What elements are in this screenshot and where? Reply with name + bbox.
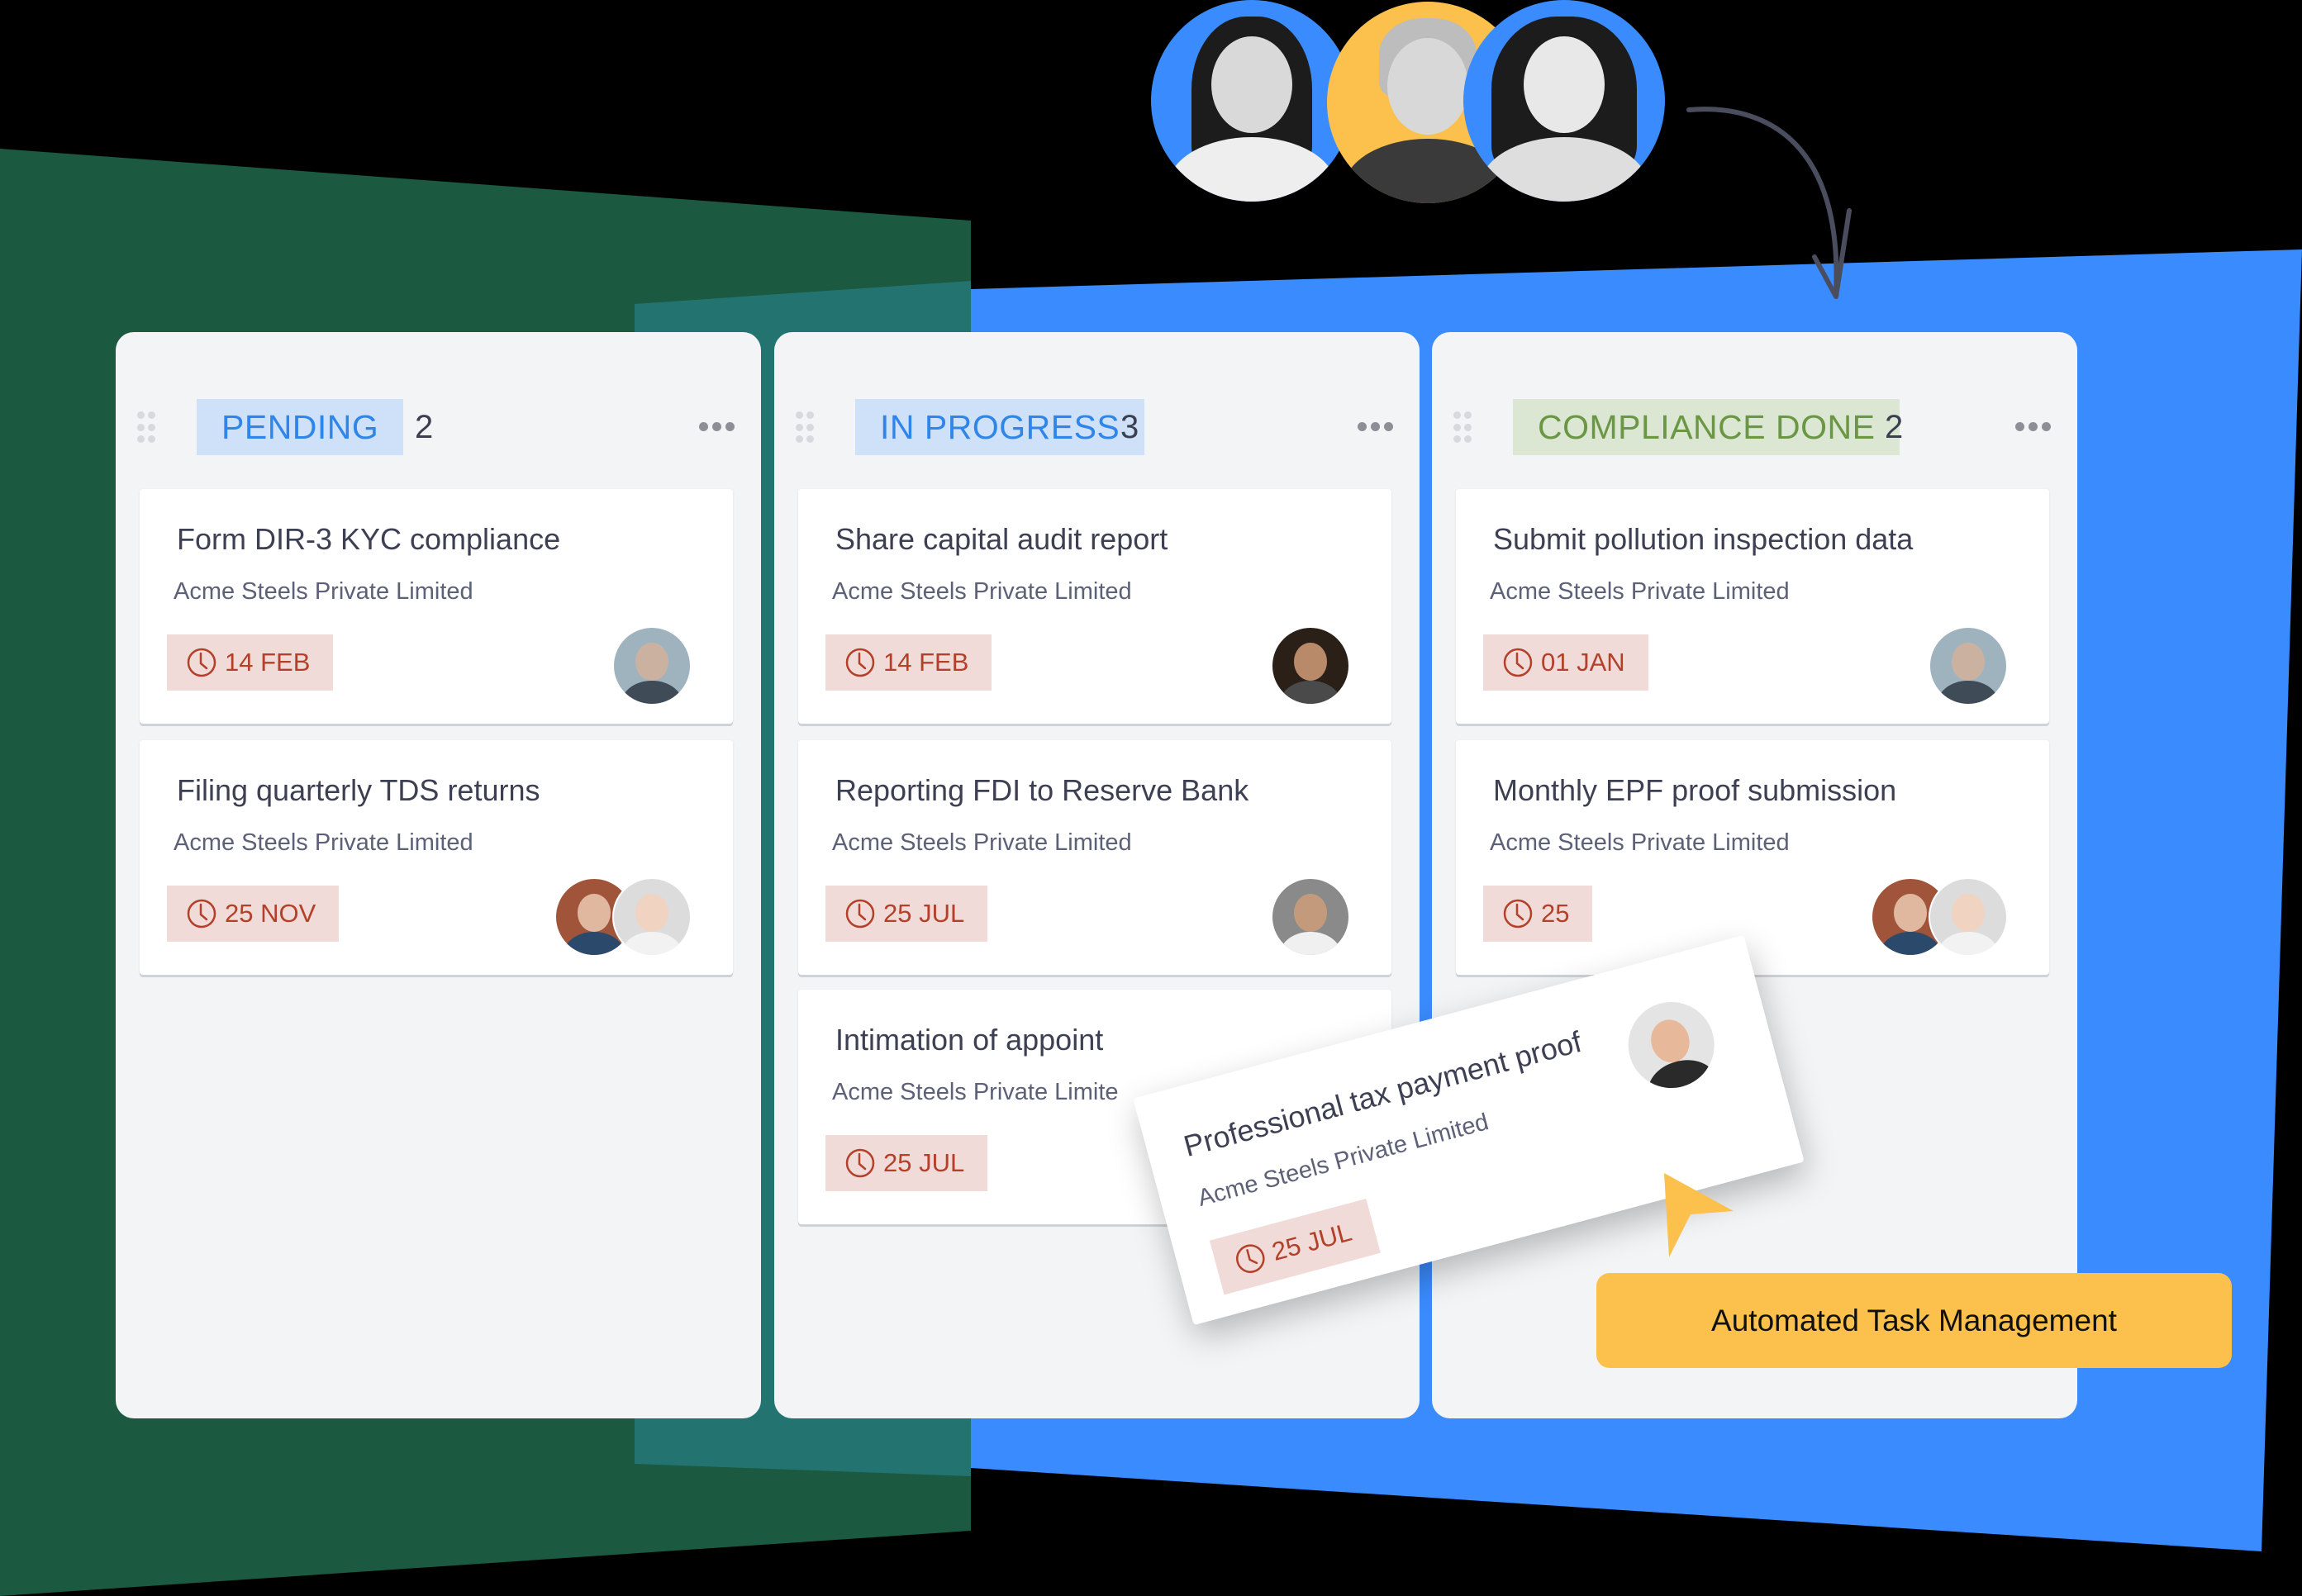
due-date: 01 JAN	[1541, 648, 1625, 677]
due-date: 14 FEB	[883, 648, 969, 677]
clock-icon	[1503, 648, 1533, 677]
assignee-avatar[interactable]	[1929, 626, 2008, 705]
assignees	[1871, 877, 2008, 957]
assignees	[1616, 990, 1726, 1100]
clock-icon	[187, 648, 216, 677]
task-card[interactable]: Reporting FDI to Reserve Bank Acme Steel…	[798, 740, 1391, 975]
drag-handle-icon[interactable]	[796, 411, 814, 444]
woman-curly-hair-avatar	[1463, 0, 1665, 202]
status-pill: COMPLIANCE DONE	[1513, 399, 1900, 455]
task-company: Acme Steels Private Limited	[1490, 829, 1790, 856]
curved-arrow-icon	[1686, 107, 1852, 299]
status-pill: IN PROGRESS	[855, 399, 1145, 455]
assignees	[1271, 626, 1350, 705]
task-company: Acme Steels Private Limited	[832, 578, 1132, 605]
task-title: Reporting FDI to Reserve Bank	[835, 773, 1249, 807]
assignee-avatar[interactable]	[1929, 877, 2008, 957]
assignees	[1929, 626, 2008, 705]
column-pending: PENDING 2 Form DIR-3 KYC compliance Acme…	[116, 332, 761, 1418]
due-date: 25 JUL	[883, 899, 965, 928]
automated-task-management-button[interactable]: Automated Task Management	[1596, 1273, 2232, 1368]
task-title: Share capital audit report	[835, 522, 1168, 556]
due-date-chip: 25 NOV	[167, 886, 340, 942]
column-count: 2	[1885, 409, 1904, 445]
assignee-avatar[interactable]	[1271, 626, 1350, 705]
task-title: Filing quarterly TDS returns	[177, 773, 540, 807]
clock-icon	[187, 899, 216, 929]
assignee-avatar[interactable]	[612, 877, 692, 957]
due-date: 25	[1541, 899, 1570, 928]
task-card[interactable]: Form DIR-3 KYC compliance Acme Steels Pr…	[140, 489, 733, 724]
column-count: 2	[415, 409, 434, 445]
clock-icon	[1236, 1244, 1265, 1273]
task-company: Acme Steels Private Limited	[832, 829, 1132, 856]
due-date-chip: 14 FEB	[167, 634, 334, 691]
task-card[interactable]: Submit pollution inspection data Acme St…	[1456, 489, 2049, 724]
assignee-avatar[interactable]	[1271, 877, 1350, 957]
task-title: Form DIR-3 KYC compliance	[177, 522, 561, 556]
more-options-icon[interactable]	[699, 422, 735, 431]
task-title: Intimation of appoint	[835, 1023, 1104, 1057]
task-company: Acme Steels Private Limited	[1490, 578, 1790, 605]
drag-handle-icon[interactable]	[1453, 411, 1472, 444]
assignee-avatar[interactable]	[612, 626, 692, 705]
due-date: 25 NOV	[225, 899, 316, 928]
due-date-chip: 14 FEB	[825, 634, 992, 691]
task-card[interactable]: Monthly EPF proof submission Acme Steels…	[1456, 740, 2049, 975]
due-date-chip: 25 JUL	[825, 1135, 988, 1191]
task-company: Acme Steels Private Limite	[832, 1079, 1119, 1105]
task-title: Submit pollution inspection data	[1493, 522, 1914, 556]
task-title: Monthly EPF proof submission	[1493, 773, 1897, 807]
due-date-chip: 25 JUL	[1209, 1198, 1382, 1295]
due-date: 14 FEB	[225, 648, 311, 677]
due-date-chip: 01 JAN	[1483, 634, 1648, 691]
due-date-chip: 25 JUL	[825, 886, 988, 942]
assignees	[1271, 877, 1350, 957]
assignee-avatar[interactable]	[1616, 990, 1726, 1100]
more-options-icon[interactable]	[2015, 422, 2051, 431]
due-date: 25 JUL	[1268, 1217, 1355, 1266]
column-compliance-done: COMPLIANCE DONE 2 Submit pollution inspe…	[1432, 332, 2077, 1418]
task-company: Acme Steels Private Limited	[174, 829, 473, 856]
drag-handle-icon[interactable]	[137, 411, 155, 444]
due-date: 25 JUL	[883, 1148, 965, 1177]
task-company: Acme Steels Private Limited	[174, 578, 473, 605]
due-date-chip: 25	[1483, 886, 1593, 942]
task-card[interactable]: Share capital audit report Acme Steels P…	[798, 489, 1391, 724]
more-options-icon[interactable]	[1358, 422, 1393, 431]
assignees	[554, 877, 692, 957]
woman-long-hair-avatar	[1151, 0, 1353, 202]
column-count: 3	[1120, 409, 1139, 445]
assignees	[612, 626, 692, 705]
clock-icon	[845, 899, 875, 929]
status-pill: PENDING	[197, 399, 404, 455]
clock-icon	[845, 648, 875, 677]
clock-icon	[845, 1148, 875, 1178]
clock-icon	[1503, 899, 1533, 929]
task-card[interactable]: Filing quarterly TDS returns Acme Steels…	[140, 740, 733, 975]
cursor-pointer-icon	[1664, 1173, 1734, 1257]
